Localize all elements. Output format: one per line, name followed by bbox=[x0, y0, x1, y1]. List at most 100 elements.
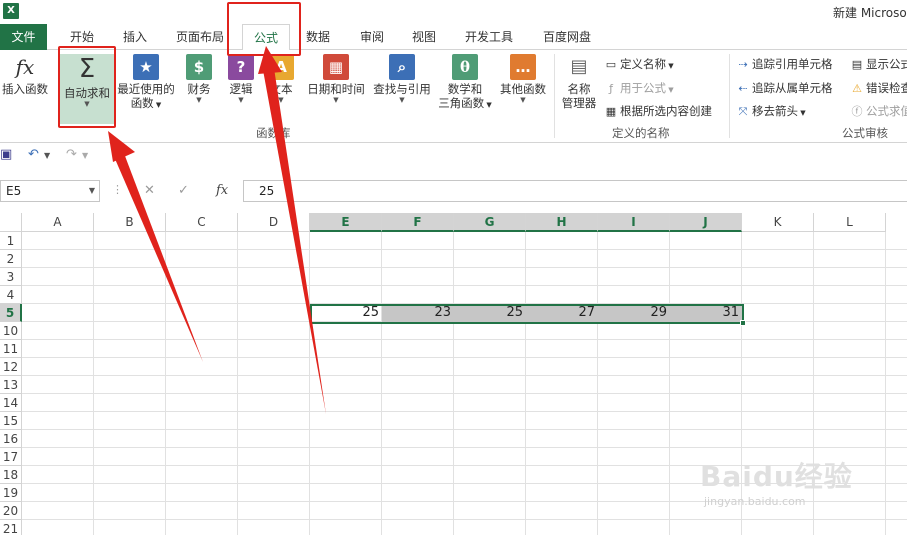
group-divider bbox=[729, 54, 730, 138]
cancel-icon[interactable]: ✕ bbox=[144, 183, 155, 198]
redo-icon[interactable]: ↷ bbox=[66, 147, 77, 162]
evaluate-icon: ⓕ bbox=[851, 105, 863, 118]
function-library-group-label: 函数库 bbox=[256, 126, 291, 140]
tab-review[interactable]: 审阅 bbox=[350, 24, 394, 50]
column-header-e[interactable]: E bbox=[310, 213, 382, 232]
select-all-corner[interactable] bbox=[0, 213, 22, 232]
formula-input[interactable]: 25 bbox=[243, 180, 907, 202]
evaluate-formula-button[interactable]: ⓕ 公式求值 bbox=[850, 103, 907, 120]
star-icon: ★ bbox=[133, 54, 159, 80]
error-checking-button[interactable]: ⚠ 错误检查 bbox=[850, 80, 907, 97]
row-header-17[interactable]: 17 bbox=[0, 448, 22, 466]
evaluate-formula-label: 公式求值 bbox=[866, 104, 907, 118]
recently-used-button[interactable]: ★ 最近使用的 函数 ▼ bbox=[114, 54, 178, 112]
column-header-g[interactable]: G bbox=[454, 213, 526, 232]
row-header-12[interactable]: 12 bbox=[0, 358, 22, 376]
magnifier-icon: ⌕ bbox=[389, 54, 415, 80]
logical-button[interactable]: ? 逻辑 ▼ bbox=[224, 54, 258, 105]
tab-data[interactable]: 数据 bbox=[296, 24, 340, 50]
trace-precedents-label: 追踪引用单元格 bbox=[752, 57, 833, 71]
column-header-h[interactable]: H bbox=[526, 213, 598, 232]
chevron-down-icon: ▼ bbox=[520, 96, 526, 104]
save-icon[interactable]: ▣ bbox=[0, 147, 12, 162]
trace-precedents-button[interactable]: ⇢ 追踪引用单元格 bbox=[736, 56, 833, 73]
row-header-14[interactable]: 14 bbox=[0, 394, 22, 412]
tab-file[interactable]: 文件 bbox=[0, 24, 47, 50]
highlight-box-formulas-tab bbox=[227, 2, 301, 56]
fill-handle[interactable] bbox=[740, 320, 746, 326]
show-formulas-label: 显示公式 bbox=[866, 57, 907, 71]
show-formulas-button[interactable]: ▤ 显示公式 bbox=[850, 56, 907, 73]
date-time-label: 日期和时间 bbox=[307, 82, 365, 96]
column-header-b[interactable]: B bbox=[94, 213, 166, 232]
chevron-down-icon: ▼ bbox=[238, 96, 244, 104]
tab-view[interactable]: 视图 bbox=[402, 24, 446, 50]
more-functions-button[interactable]: … 其他函数 ▼ bbox=[496, 54, 550, 105]
lookup-button[interactable]: ⌕ 查找与引用 ▼ bbox=[370, 54, 434, 105]
date-time-button[interactable]: ▦ 日期和时间 ▼ bbox=[304, 54, 368, 105]
tab-baidu-netdisk[interactable]: 百度网盘 bbox=[534, 24, 600, 50]
recently-used-label-2: 函数 bbox=[130, 96, 154, 110]
math-label-2: 三角函数 bbox=[438, 96, 485, 110]
remove-arrows-button[interactable]: ⤧ 移去箭头 ▼ bbox=[736, 103, 806, 121]
chevron-down-icon[interactable]: ▼ bbox=[89, 181, 95, 201]
column-header-j[interactable]: J bbox=[670, 213, 742, 232]
column-header-l[interactable]: L bbox=[814, 213, 886, 232]
remove-arrows-icon: ⤧ bbox=[738, 105, 748, 118]
window-title: 新建 Microso bbox=[833, 6, 907, 20]
row-header-16[interactable]: 16 bbox=[0, 430, 22, 448]
row-header-3[interactable]: 3 bbox=[0, 268, 22, 286]
undo-icon[interactable]: ↶ bbox=[28, 147, 39, 162]
tab-developer[interactable]: 开发工具 bbox=[456, 24, 522, 50]
more-options-icon: ⋮ bbox=[112, 183, 123, 196]
column-header-a[interactable]: A bbox=[22, 213, 94, 232]
column-headers: ABCDEFGHIJKL bbox=[22, 213, 907, 232]
tab-insert[interactable]: 插入 bbox=[112, 24, 158, 50]
watermark-brand: Baidu经验 bbox=[700, 460, 853, 493]
column-header-k[interactable]: K bbox=[742, 213, 814, 232]
insert-function-icon[interactable]: fx bbox=[216, 183, 228, 198]
row-header-11[interactable]: 11 bbox=[0, 340, 22, 358]
highlight-box-autosum bbox=[58, 46, 116, 128]
fx-icon: fx bbox=[15, 55, 35, 79]
column-header-f[interactable]: F bbox=[382, 213, 454, 232]
tab-page-layout[interactable]: 页面布局 bbox=[168, 24, 232, 50]
name-manager-label: 名称 bbox=[567, 82, 591, 96]
baidu-watermark: Baidu经验 jingyan.baidu.com bbox=[700, 455, 900, 515]
row-header-5[interactable]: 5 bbox=[0, 304, 22, 322]
row-header-20[interactable]: 20 bbox=[0, 502, 22, 520]
trace-dependents-button[interactable]: ⇠ 追踪从属单元格 bbox=[736, 80, 832, 97]
name-box[interactable]: E5 ▼ bbox=[0, 180, 100, 202]
financial-label: 财务 bbox=[187, 82, 211, 96]
text-button[interactable]: A 文本 ▼ bbox=[264, 54, 298, 105]
row-header-2[interactable]: 2 bbox=[0, 250, 22, 268]
row-header-13[interactable]: 13 bbox=[0, 376, 22, 394]
row-header-21[interactable]: 21 bbox=[0, 520, 22, 535]
row-header-18[interactable]: 18 bbox=[0, 466, 22, 484]
row-header-10[interactable]: 10 bbox=[0, 322, 22, 340]
column-header-i[interactable]: I bbox=[598, 213, 670, 232]
row-header-19[interactable]: 19 bbox=[0, 484, 22, 502]
defined-names-group-label: 定义的名称 bbox=[612, 126, 670, 140]
excel-app-icon: X bbox=[3, 3, 19, 19]
math-trig-button[interactable]: θ 数学和 三角函数 ▼ bbox=[434, 54, 496, 112]
enter-icon[interactable]: ✓ bbox=[178, 183, 189, 198]
name-manager-button[interactable]: ▤ 名称 管理器 bbox=[558, 54, 600, 110]
theta-icon: θ bbox=[452, 54, 478, 80]
grid-icon: ▦ bbox=[605, 105, 617, 118]
row-header-4[interactable]: 4 bbox=[0, 286, 22, 304]
column-header-c[interactable]: C bbox=[166, 213, 238, 232]
insert-function-button[interactable]: fx 插入函数 bbox=[0, 54, 50, 96]
column-header-d[interactable]: D bbox=[238, 213, 310, 232]
chevron-down-icon[interactable]: ▼ bbox=[44, 151, 50, 160]
row-header-1[interactable]: 1 bbox=[0, 232, 22, 250]
selection-range bbox=[310, 304, 744, 324]
row-header-15[interactable]: 15 bbox=[0, 412, 22, 430]
insert-function-label: 插入函数 bbox=[2, 82, 48, 96]
financial-button[interactable]: $ 财务 ▼ bbox=[180, 54, 218, 105]
create-from-selection-button[interactable]: ▦ 根据所选内容创建 bbox=[604, 103, 712, 120]
define-name-button[interactable]: ▭ 定义名称 ▼ bbox=[604, 56, 674, 74]
use-in-formula-button[interactable]: ƒ 用于公式 ▼ bbox=[604, 80, 674, 98]
chevron-down-icon: ▼ bbox=[278, 96, 284, 104]
chevron-down-icon[interactable]: ▼ bbox=[82, 151, 88, 160]
